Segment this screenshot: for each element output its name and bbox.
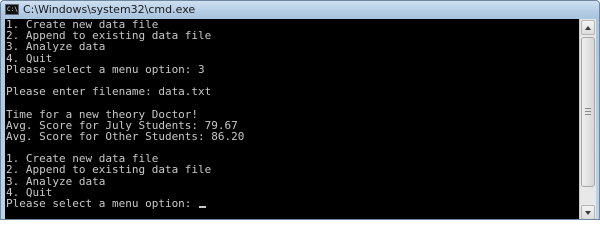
scroll-down-button[interactable] [581, 205, 595, 219]
console-lines: 1. Create new data file 2. Append to exi… [6, 19, 244, 209]
console-line: Please enter filename: data.txt [6, 85, 212, 99]
scroll-up-button[interactable] [581, 20, 595, 35]
prompt-line[interactable]: Please select a menu option: [6, 198, 244, 209]
console-output[interactable]: 1. Create new data file 2. Append to exi… [5, 19, 579, 219]
grip-line [585, 108, 591, 109]
cmd-icon: C:\ [5, 4, 19, 15]
console-line: 3. Analyze data [6, 40, 106, 54]
arrow-up-icon [585, 26, 591, 30]
vertical-scrollbar[interactable] [579, 19, 596, 219]
prompt-text: Please select a menu option: [6, 197, 199, 210]
console-line: Time for a new theory Doctor! [6, 107, 199, 121]
title-bar[interactable]: C:\ C:\Windows\system32\cmd.exe [1, 1, 599, 19]
console-line: Please select a menu option: 3 [6, 62, 205, 76]
scroll-thumb[interactable] [581, 37, 595, 187]
arrow-down-icon [585, 211, 591, 215]
console-line: Avg. Score for Other Students: 86.20 [6, 129, 245, 143]
console-line: 2. Append to existing data file [6, 163, 212, 177]
grip-line [585, 114, 591, 115]
grip-line [585, 111, 591, 112]
text-cursor [199, 206, 207, 208]
cmd-window: C:\ C:\Windows\system32\cmd.exe 1. Creat… [0, 0, 600, 220]
window-title: C:\Windows\system32\cmd.exe [23, 3, 196, 16]
